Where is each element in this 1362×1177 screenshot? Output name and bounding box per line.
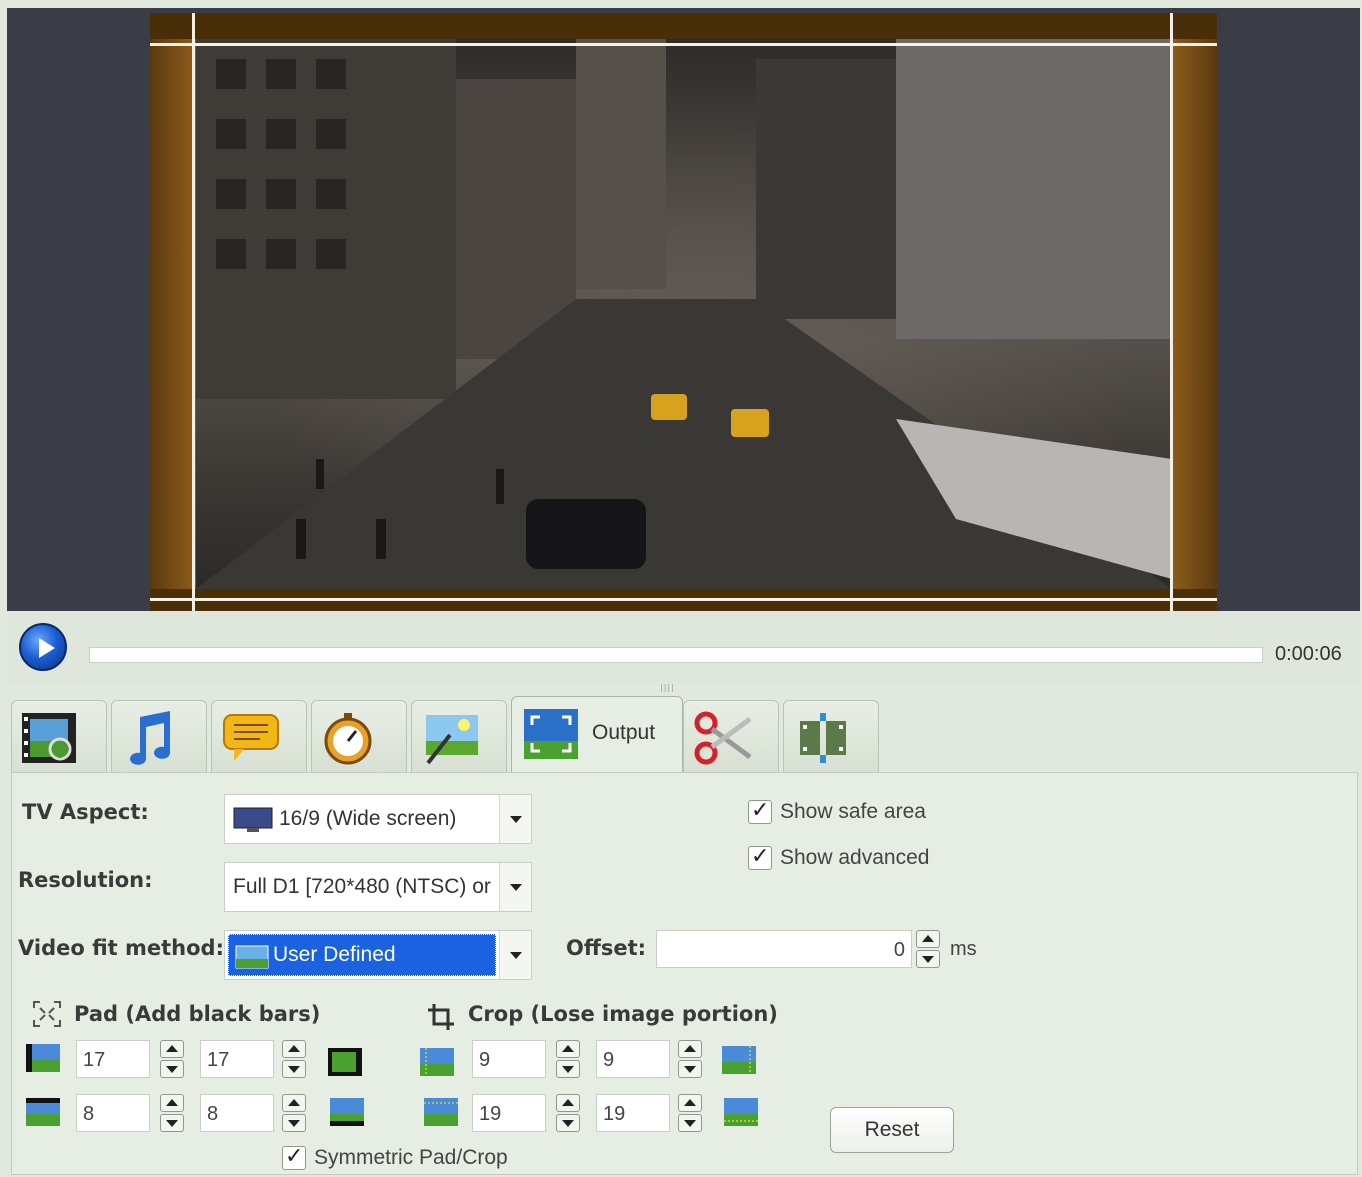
image-effects-icon xyxy=(426,715,478,765)
show-safe-area-label: Show safe area xyxy=(780,800,926,823)
tab-bar: Output xyxy=(7,696,1360,774)
tv-aspect-dropdown-arrow[interactable] xyxy=(499,795,531,843)
fit-method-value: User Defined xyxy=(273,943,396,966)
pad-bottom-icon xyxy=(330,1098,364,1126)
video-scene xyxy=(196,39,1172,589)
crop-left-icon xyxy=(420,1048,454,1076)
tab-join[interactable] xyxy=(783,700,879,772)
video-frame xyxy=(196,39,1172,589)
subtitle-speech-icon xyxy=(223,714,279,761)
resolution-label: Resolution: xyxy=(18,868,153,892)
offset-label: Offset: xyxy=(566,936,647,960)
user-defined-icon xyxy=(235,945,269,969)
pad-left-spinner[interactable] xyxy=(160,1040,184,1078)
reset-button[interactable]: Reset xyxy=(830,1107,954,1153)
tv-aspect-value: 16/9 (Wide screen) xyxy=(279,807,457,830)
pad-expand-icon xyxy=(33,1001,61,1027)
pad-bar-top xyxy=(150,13,1217,39)
offset-unit: ms xyxy=(950,938,977,960)
tab-timing[interactable] xyxy=(311,700,407,772)
fit-method-dropdown-arrow[interactable] xyxy=(499,931,531,979)
pad-top-spinner[interactable] xyxy=(160,1094,184,1132)
music-note-icon xyxy=(130,711,170,765)
crop-icon xyxy=(428,1004,454,1030)
splitter-grip[interactable]: |||| xyxy=(660,683,704,692)
pad-bottom-input[interactable]: 8 xyxy=(200,1094,274,1132)
pad-left-icon xyxy=(26,1044,60,1072)
crop-left-spinner[interactable] xyxy=(556,1040,580,1078)
crop-right-input[interactable]: 9 xyxy=(596,1040,670,1078)
crop-bottom-icon xyxy=(724,1098,758,1126)
fit-method-select[interactable]: User Defined xyxy=(224,930,532,980)
resolution-dropdown-arrow[interactable] xyxy=(499,863,531,911)
crop-right-value: 9 xyxy=(603,1049,615,1071)
transport-bar: 0:00:06 xyxy=(7,611,1360,683)
seek-bar[interactable] xyxy=(89,647,1263,663)
pad-bottom-spinner[interactable] xyxy=(282,1094,306,1132)
crop-top-spinner[interactable] xyxy=(556,1094,580,1132)
resolution-value: Full D1 [720*480 (NTSC) or xyxy=(233,875,491,898)
tab-video[interactable] xyxy=(11,700,107,772)
pad-right-input[interactable]: 17 xyxy=(200,1040,274,1078)
crop-right-icon xyxy=(722,1046,756,1074)
pad-bottom-value: 8 xyxy=(207,1103,219,1125)
video-preview-area xyxy=(7,8,1360,611)
tv-aspect-select[interactable]: 16/9 (Wide screen) xyxy=(224,794,532,844)
symmetric-checkbox[interactable] xyxy=(282,1144,306,1170)
show-safe-area-checkbox[interactable] xyxy=(748,798,772,824)
tv-aspect-label: TV Aspect: xyxy=(22,800,149,824)
pad-title: Pad (Add black bars) xyxy=(74,1002,321,1026)
crop-bottom-value: 19 xyxy=(603,1103,626,1125)
crop-title: Crop (Lose image portion) xyxy=(468,1002,778,1026)
tab-audio[interactable] xyxy=(111,700,207,772)
tab-output-label: Output xyxy=(592,721,656,744)
crop-right-spinner[interactable] xyxy=(678,1040,702,1078)
stopwatch-icon xyxy=(324,713,372,765)
crop-left-input[interactable]: 9 xyxy=(472,1040,546,1078)
fit-method-label: Video fit method: xyxy=(18,936,224,960)
tab-effects[interactable] xyxy=(411,700,507,772)
offset-value: 0 xyxy=(893,939,905,961)
resolution-select[interactable]: Full D1 [720*480 (NTSC) or xyxy=(224,862,532,912)
pad-top-input[interactable]: 8 xyxy=(76,1094,150,1132)
crop-bottom-spinner[interactable] xyxy=(678,1094,702,1132)
timecode: 0:00:06 xyxy=(1275,643,1342,665)
scissors-icon xyxy=(694,711,752,765)
pad-top-value: 8 xyxy=(83,1103,95,1125)
crop-top-icon xyxy=(424,1098,458,1126)
offset-spinner[interactable] xyxy=(916,930,940,968)
safe-area-line-bottom xyxy=(150,598,1217,601)
crop-top-input[interactable]: 19 xyxy=(472,1094,546,1132)
pad-right-icon xyxy=(328,1048,362,1076)
pad-left-input[interactable]: 17 xyxy=(76,1040,150,1078)
tab-trim[interactable] xyxy=(683,700,779,772)
tab-output[interactable]: Output xyxy=(511,696,683,774)
pad-left-value: 17 xyxy=(83,1049,106,1071)
play-button[interactable] xyxy=(19,623,67,671)
pad-right-value: 17 xyxy=(207,1049,230,1071)
safe-area-line-top xyxy=(150,43,1217,46)
pad-right-spinner[interactable] xyxy=(282,1040,306,1078)
join-clips-icon xyxy=(800,713,846,763)
symmetric-label: Symmetric Pad/Crop xyxy=(314,1146,508,1169)
show-advanced-label: Show advanced xyxy=(780,846,930,869)
film-video-icon xyxy=(22,713,76,763)
output-resize-icon xyxy=(524,709,578,759)
output-frame xyxy=(150,13,1217,611)
safe-area-line-left xyxy=(192,13,195,611)
offset-input[interactable]: 0 xyxy=(656,930,912,968)
safe-area-line-right xyxy=(1170,13,1173,611)
monitor-icon xyxy=(233,807,273,832)
crop-bottom-input[interactable]: 19 xyxy=(596,1094,670,1132)
show-advanced-checkbox[interactable] xyxy=(748,844,772,870)
pad-top-icon xyxy=(26,1098,60,1126)
tab-subtitles[interactable] xyxy=(211,700,307,772)
crop-top-value: 19 xyxy=(479,1103,502,1125)
crop-left-value: 9 xyxy=(479,1049,491,1071)
